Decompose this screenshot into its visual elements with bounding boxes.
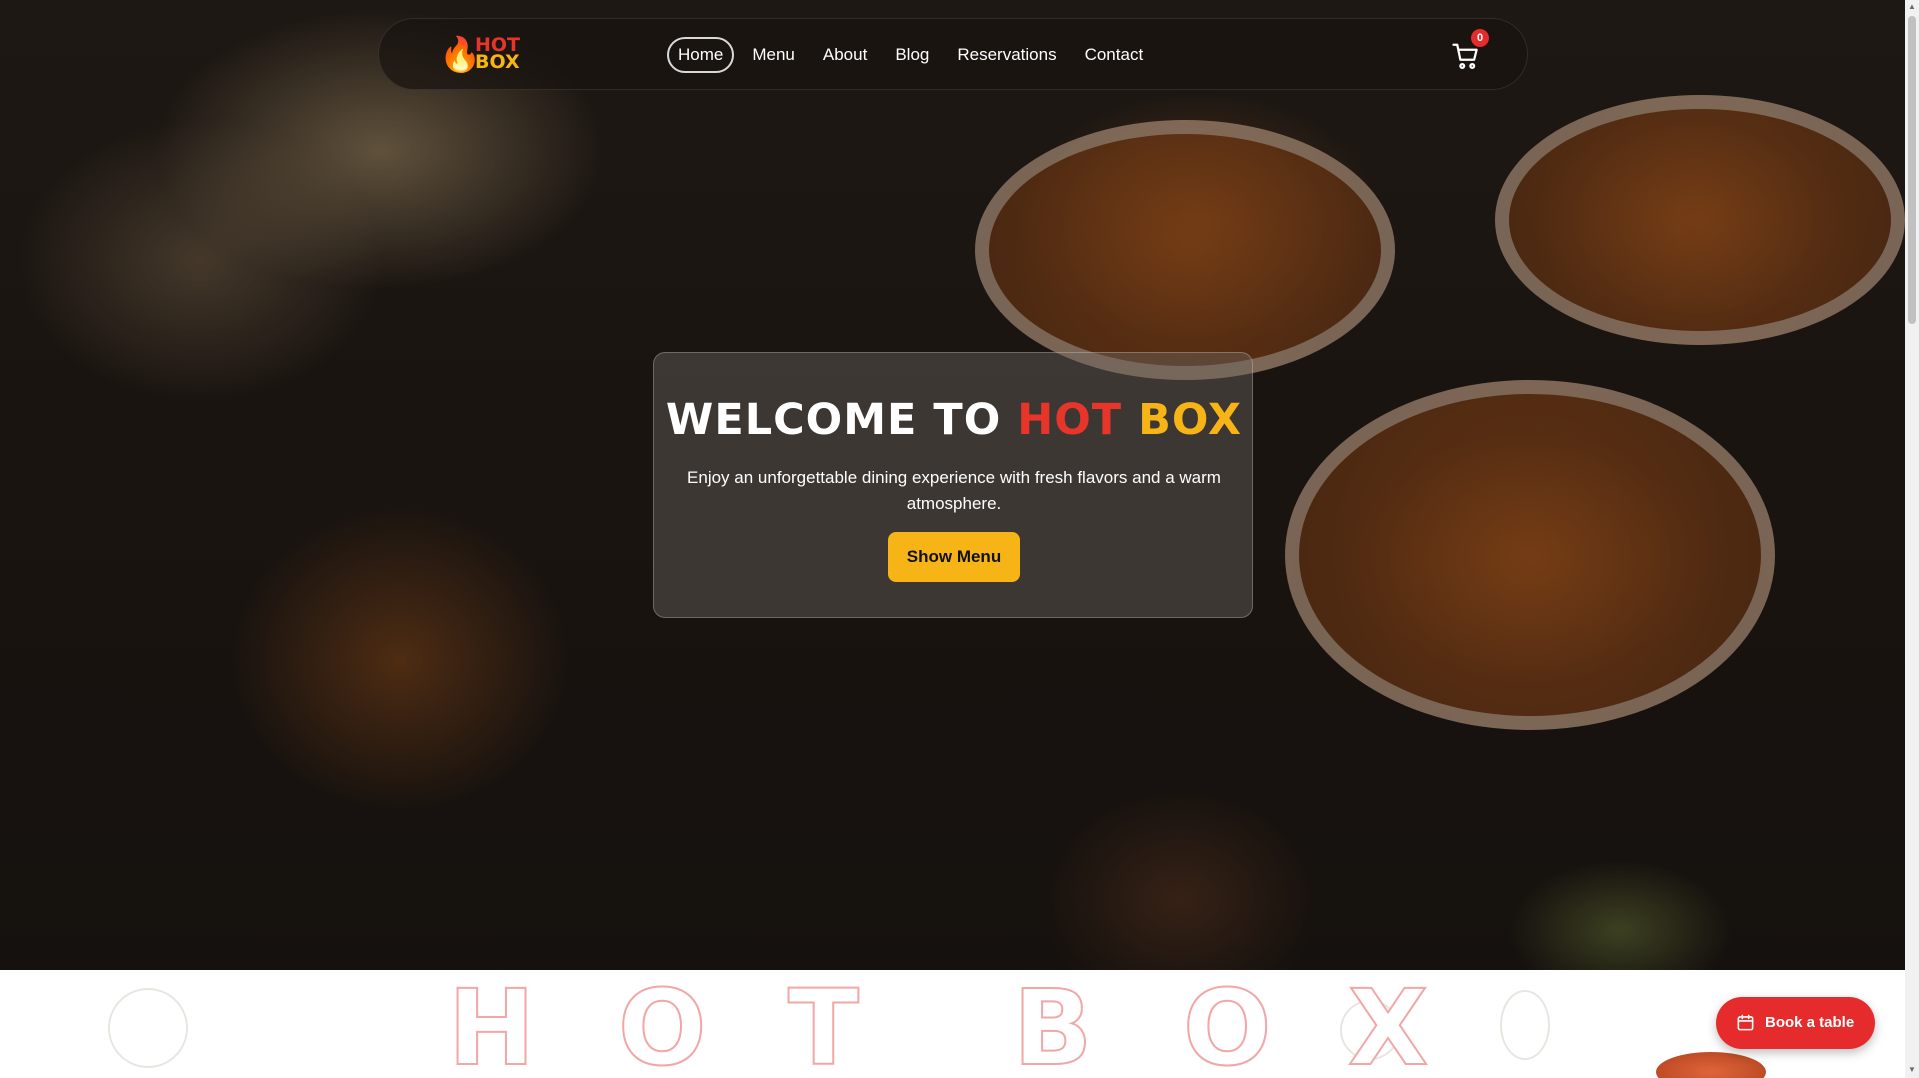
big-letter: O	[1182, 970, 1272, 1078]
scroll-down-arrow-icon[interactable]: ▼	[1908, 1066, 1916, 1074]
welcome-title-prefix: WELCOME TO	[665, 395, 1002, 445]
welcome-card: WELCOME TO HOT BOX Enjoy an unforgettabl…	[653, 352, 1253, 618]
book-a-table-label: Book a table	[1765, 1014, 1855, 1031]
hot-box-big-letters: H O T B O X	[447, 970, 1429, 1078]
brand-letters-strip: H O T B O X	[0, 970, 1905, 1078]
welcome-title-hot: HOT	[1017, 395, 1123, 445]
welcome-title: WELCOME TO HOT BOX	[654, 395, 1254, 445]
nav-links: Home Menu About Blog Reservations Contac…	[667, 37, 1153, 73]
nav-link-reservations[interactable]: Reservations	[947, 37, 1066, 73]
big-letter: H	[447, 970, 536, 1078]
welcome-subtitle: Enjoy an unforgettable dining experience…	[687, 468, 1221, 513]
book-a-table-button[interactable]: Book a table	[1716, 997, 1875, 1049]
cart-count-badge: 0	[1471, 29, 1489, 47]
page-scrollbar[interactable]: ▲ ▼	[1905, 0, 1919, 1078]
nav-link-contact[interactable]: Contact	[1075, 37, 1154, 73]
logo-wordmark: HOT BOX	[475, 36, 520, 73]
scrollbar-thumb[interactable]	[1908, 16, 1916, 324]
nav-link-menu[interactable]: Menu	[742, 37, 805, 73]
big-letter: T	[787, 970, 860, 1078]
main-navbar: 🔥 HOT BOX Home Menu About Blog Reservati…	[378, 18, 1528, 90]
doodle-decoration	[108, 988, 188, 1068]
nav-link-home[interactable]: Home	[667, 37, 735, 73]
big-letter: B	[1012, 970, 1093, 1078]
big-letter: X	[1347, 970, 1429, 1078]
big-letter: O	[617, 970, 707, 1078]
welcome-title-box: BOX	[1138, 395, 1243, 445]
calendar-icon	[1737, 1014, 1754, 1031]
doodle-decoration	[1500, 990, 1550, 1060]
scroll-up-arrow-icon[interactable]: ▲	[1908, 3, 1916, 11]
logo-box-text: BOX	[475, 51, 520, 73]
hot-box-logo[interactable]: 🔥 HOT BOX	[439, 33, 539, 77]
show-menu-button[interactable]: Show Menu	[888, 532, 1020, 582]
nav-link-blog[interactable]: Blog	[885, 37, 939, 73]
nav-link-about[interactable]: About	[813, 37, 877, 73]
